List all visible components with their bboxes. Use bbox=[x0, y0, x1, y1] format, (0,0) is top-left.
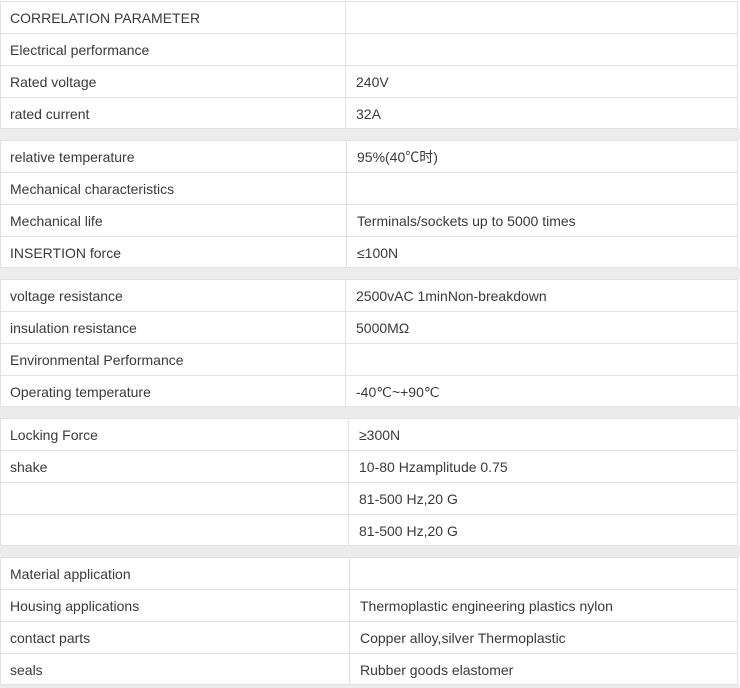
param-cell: Mechanical life bbox=[1, 205, 347, 236]
value-cell bbox=[346, 344, 737, 375]
param-cell: seals bbox=[1, 654, 350, 686]
value-cell bbox=[350, 558, 737, 589]
table-row: Mechanical characteristics bbox=[1, 173, 737, 205]
table-row: Locking Force ≥300N bbox=[1, 419, 737, 451]
spec-table-block-3: voltage resistance 2500vAC 1minNon-break… bbox=[0, 279, 738, 408]
value-cell: ≥300N bbox=[359, 426, 401, 443]
table-row: relative temperature 95%(40℃时) bbox=[1, 141, 737, 173]
value-cell: 10-80 Hzamplitude 0.75 bbox=[359, 458, 508, 475]
param-cell: shake bbox=[1, 451, 349, 482]
spec-table-block-4: Locking Force ≥300N shake 10-80 Hzamplit… bbox=[0, 418, 738, 547]
table-row: 81-500 Hz,20 G bbox=[1, 483, 737, 515]
table-row: Operating temperature -40℃~+90℃ bbox=[1, 376, 737, 408]
table-row: seals Rubber goods elastomer bbox=[1, 654, 737, 686]
value-cell: 81-500 Hz,20 G bbox=[359, 523, 458, 539]
table-row: Material application bbox=[1, 558, 737, 590]
value-cell bbox=[346, 34, 737, 65]
param-cell: contact parts bbox=[1, 622, 350, 653]
table-row: voltage resistance 2500vAC 1minNon-break… bbox=[1, 280, 737, 312]
param-cell: Housing applications bbox=[1, 590, 350, 621]
table-row: CORRELATION PARAMETER bbox=[1, 2, 737, 34]
value-cell bbox=[347, 173, 737, 204]
param-cell: relative temperature bbox=[1, 141, 347, 172]
param-cell: Electrical performance bbox=[1, 34, 346, 65]
table-row: INSERTION force ≤100N bbox=[1, 237, 737, 269]
param-cell: voltage resistance bbox=[1, 280, 346, 311]
param-cell: CORRELATION PARAMETER bbox=[1, 2, 346, 33]
block-separator bbox=[0, 268, 740, 279]
table-row: Environmental Performance bbox=[1, 344, 737, 376]
table-row: Mechanical life Terminals/sockets up to … bbox=[1, 205, 737, 237]
value-cell bbox=[346, 2, 737, 33]
block-separator bbox=[0, 407, 740, 418]
param-cell: Operating temperature bbox=[1, 376, 346, 408]
value-cell: 240V bbox=[356, 73, 389, 90]
value-cell: 5000MΩ bbox=[356, 319, 410, 336]
spec-table-block-2: relative temperature 95%(40℃时) Mechanica… bbox=[0, 140, 738, 269]
param-cell: Environmental Performance bbox=[1, 344, 346, 375]
param-cell: insulation resistance bbox=[1, 312, 346, 343]
spec-page: CORRELATION PARAMETER Electrical perform… bbox=[0, 0, 740, 688]
value-cell: -40℃~+90℃ bbox=[356, 383, 440, 400]
value-cell: Rubber goods elastomer bbox=[360, 662, 514, 678]
value-cell: ≤100N bbox=[357, 245, 399, 261]
block-separator bbox=[0, 129, 740, 140]
value-cell: 95%(40℃时) bbox=[357, 148, 438, 165]
table-row: 81-500 Hz,20 G bbox=[1, 515, 737, 547]
param-cell: rated current bbox=[1, 98, 346, 130]
table-row: rated current 32A bbox=[1, 98, 737, 130]
value-cell: 81-500 Hz,20 G bbox=[359, 490, 458, 507]
table-row: shake 10-80 Hzamplitude 0.75 bbox=[1, 451, 737, 483]
table-row: Housing applications Thermoplastic engin… bbox=[1, 590, 737, 622]
table-row: contact parts Copper alloy,silver Thermo… bbox=[1, 622, 737, 654]
param-cell bbox=[1, 483, 349, 514]
table-row: Electrical performance bbox=[1, 34, 737, 66]
table-row: insulation resistance 5000MΩ bbox=[1, 312, 737, 344]
value-cell: Thermoplastic engineering plastics nylon bbox=[360, 597, 613, 614]
value-cell: Copper alloy,silver Thermoplastic bbox=[360, 629, 566, 646]
param-cell: INSERTION force bbox=[1, 237, 347, 269]
spec-table-block-1: CORRELATION PARAMETER Electrical perform… bbox=[0, 1, 738, 130]
table-row: Rated voltage 240V bbox=[1, 66, 737, 98]
param-cell: Locking Force bbox=[1, 419, 349, 450]
param-cell: Rated voltage bbox=[1, 66, 346, 97]
value-cell: 32A bbox=[356, 106, 381, 122]
value-cell: Terminals/sockets up to 5000 times bbox=[357, 212, 576, 229]
param-cell: Mechanical characteristics bbox=[1, 173, 347, 204]
spec-table-block-5: Material application Housing application… bbox=[0, 557, 738, 686]
param-cell bbox=[1, 515, 349, 547]
block-separator bbox=[0, 546, 740, 557]
param-cell: Material application bbox=[1, 558, 350, 589]
value-cell: 2500vAC 1minNon-breakdown bbox=[356, 287, 547, 304]
